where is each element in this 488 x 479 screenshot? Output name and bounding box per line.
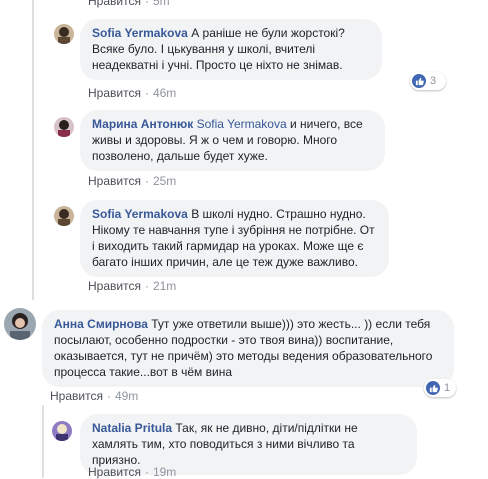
like-link[interactable]: Нравится [50, 389, 103, 403]
separator: · [144, 279, 149, 293]
separator: · [144, 0, 149, 8]
like-thumb-icon [412, 74, 426, 88]
comment-actions: Нравится · 25m [88, 174, 176, 188]
avatar[interactable] [54, 24, 74, 44]
like-link[interactable]: Нравится [88, 86, 141, 100]
avatar[interactable] [54, 206, 74, 226]
like-thumb-icon [426, 381, 440, 395]
separator: · [106, 389, 111, 403]
comment-author[interactable]: Sofia Yermakova [92, 26, 188, 40]
like-link[interactable]: Нравится [88, 174, 141, 188]
comment-timestamp[interactable]: 25m [153, 174, 176, 188]
separator: · [144, 174, 149, 188]
comment-timestamp[interactable]: 5m [153, 0, 170, 8]
comment-actions: Нравится · 21m [88, 279, 176, 293]
reply-thread-line [32, 0, 34, 300]
comment-author[interactable]: Марина Антонюк [92, 117, 193, 131]
comment-timestamp[interactable]: 46m [153, 86, 176, 100]
comment-bubble: Sofia Yermakova А раніше не були жорсток… [80, 19, 382, 80]
avatar[interactable] [54, 117, 74, 137]
separator: · [144, 465, 149, 479]
reaction-count-number: 1 [444, 382, 451, 394]
reply-thread-line [42, 405, 44, 478]
comment-actions: Нравится · 49m [50, 389, 138, 403]
avatar[interactable] [52, 421, 72, 441]
comment-actions: Нравится · 46m [88, 86, 176, 100]
comment-bubble: Марина Антонюк Sofia Yermakova и ничего,… [80, 110, 385, 171]
comment-bubble: Sofia Yermakova В школі нудно. Страшно н… [80, 200, 389, 277]
comment-author[interactable]: Sofia Yermakova [92, 207, 188, 221]
comment-author[interactable]: Анна Смирнова [54, 317, 148, 331]
comment-timestamp[interactable]: 49m [115, 389, 138, 403]
reaction-count-number: 3 [430, 75, 437, 87]
reaction-count[interactable]: 1 [424, 379, 456, 397]
like-link[interactable]: Нравится [88, 465, 141, 479]
reaction-count[interactable]: 3 [410, 72, 446, 90]
separator: · [144, 86, 149, 100]
like-link[interactable]: Нравится [88, 279, 141, 293]
comment-actions: Нравится · 5m [88, 0, 170, 8]
comment-actions: Нравится · 19m [88, 465, 176, 479]
avatar[interactable] [4, 308, 36, 340]
comment-author[interactable]: Natalia Pritula [92, 421, 172, 435]
comment-timestamp[interactable]: 19m [153, 465, 176, 479]
comment-timestamp[interactable]: 21m [153, 279, 176, 293]
comment-bubble: Анна Смирнова Тут уже ответили выше))) э… [42, 310, 454, 387]
mention-link[interactable]: Sofia Yermakova [197, 117, 287, 131]
like-link[interactable]: Нравится [88, 0, 141, 8]
